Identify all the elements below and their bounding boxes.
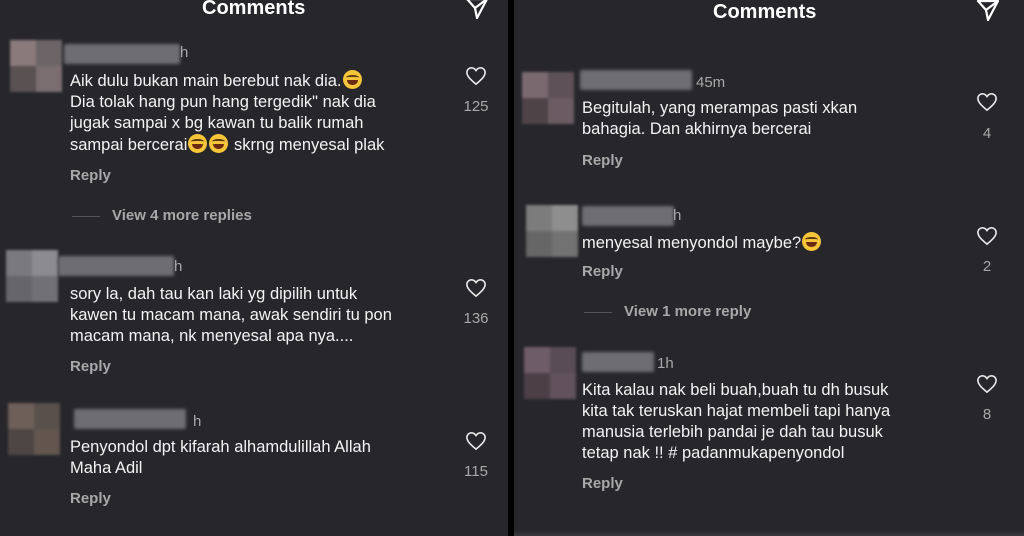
heart-outline-icon[interactable] <box>465 278 487 298</box>
view-more-replies-button[interactable]: View 1 more reply <box>584 303 751 320</box>
username[interactable] <box>582 352 654 372</box>
view-more-replies-button[interactable]: View 4 more replies <box>72 207 252 224</box>
comment-time: h <box>180 44 189 61</box>
reply-button[interactable]: Reply <box>582 263 623 280</box>
comment-time: 45m <box>696 74 726 91</box>
reply-button[interactable]: Reply <box>70 358 111 375</box>
username[interactable] <box>74 409 186 429</box>
avatar[interactable] <box>526 205 578 257</box>
page-title: Comments <box>713 1 817 23</box>
comment-time: 1h <box>657 355 674 372</box>
page-title: Comments <box>202 0 306 19</box>
like-count: 8 <box>982 406 992 423</box>
avatar[interactable] <box>6 250 58 302</box>
comment-text: Kita kalau nak beli buah,buah tu dh busu… <box>582 381 891 462</box>
divider-line <box>72 215 100 217</box>
face-with-tears-of-joy-icon <box>188 134 208 153</box>
send-icon[interactable] <box>975 0 1001 23</box>
avatar[interactable] <box>8 403 60 455</box>
face-with-tears-of-joy-icon <box>342 70 362 89</box>
comment-text: Penyondol dpt kifarah alhamdulillah Alla… <box>70 438 371 477</box>
like-count: 136 <box>463 310 489 327</box>
heart-outline-icon[interactable] <box>976 226 998 246</box>
username[interactable] <box>582 206 674 226</box>
divider-line <box>584 311 612 313</box>
heart-outline-icon[interactable] <box>465 431 487 451</box>
heart-outline-icon[interactable] <box>976 92 998 112</box>
heart-outline-icon[interactable] <box>465 66 487 86</box>
view-more-label: View 4 more replies <box>112 207 252 224</box>
scroll-edge <box>514 530 1024 536</box>
avatar[interactable] <box>524 347 576 399</box>
comment-time: h <box>673 207 682 224</box>
send-icon[interactable] <box>464 0 490 21</box>
comment-time: h <box>193 413 202 430</box>
like-count: 125 <box>463 98 489 115</box>
username[interactable] <box>580 70 692 90</box>
reply-button[interactable]: Reply <box>582 475 623 492</box>
comment-time: h <box>174 258 183 275</box>
face-with-tears-of-joy-icon <box>209 134 229 153</box>
username[interactable] <box>58 256 174 276</box>
avatar[interactable] <box>522 72 574 124</box>
reply-button[interactable]: Reply <box>70 167 111 184</box>
heart-outline-icon[interactable] <box>976 374 998 394</box>
comment-text: menyesal menyondol maybe? <box>582 232 822 254</box>
avatar[interactable] <box>10 40 62 92</box>
comment-text: Begitulah, yang merampas pasti xkan baha… <box>582 99 858 138</box>
comments-panel-left: Comments h Aik dulu bukan main berebut n… <box>0 0 508 536</box>
reply-button[interactable]: Reply <box>582 152 623 169</box>
comment-text: Aik dulu bukan main berebut nak dia. Dia… <box>70 70 385 154</box>
view-more-label: View 1 more reply <box>624 303 752 320</box>
comment-text: sory la, dah tau kan laki yg dipilih unt… <box>70 285 392 345</box>
comments-panel-right: Comments 45m Begitulah, yang merampas pa… <box>514 0 1024 536</box>
face-with-tears-of-joy-icon <box>802 232 822 251</box>
username[interactable] <box>64 44 180 64</box>
like-count: 4 <box>982 125 992 142</box>
like-count: 2 <box>982 258 992 275</box>
reply-button[interactable]: Reply <box>70 490 111 507</box>
like-count: 115 <box>464 463 488 480</box>
